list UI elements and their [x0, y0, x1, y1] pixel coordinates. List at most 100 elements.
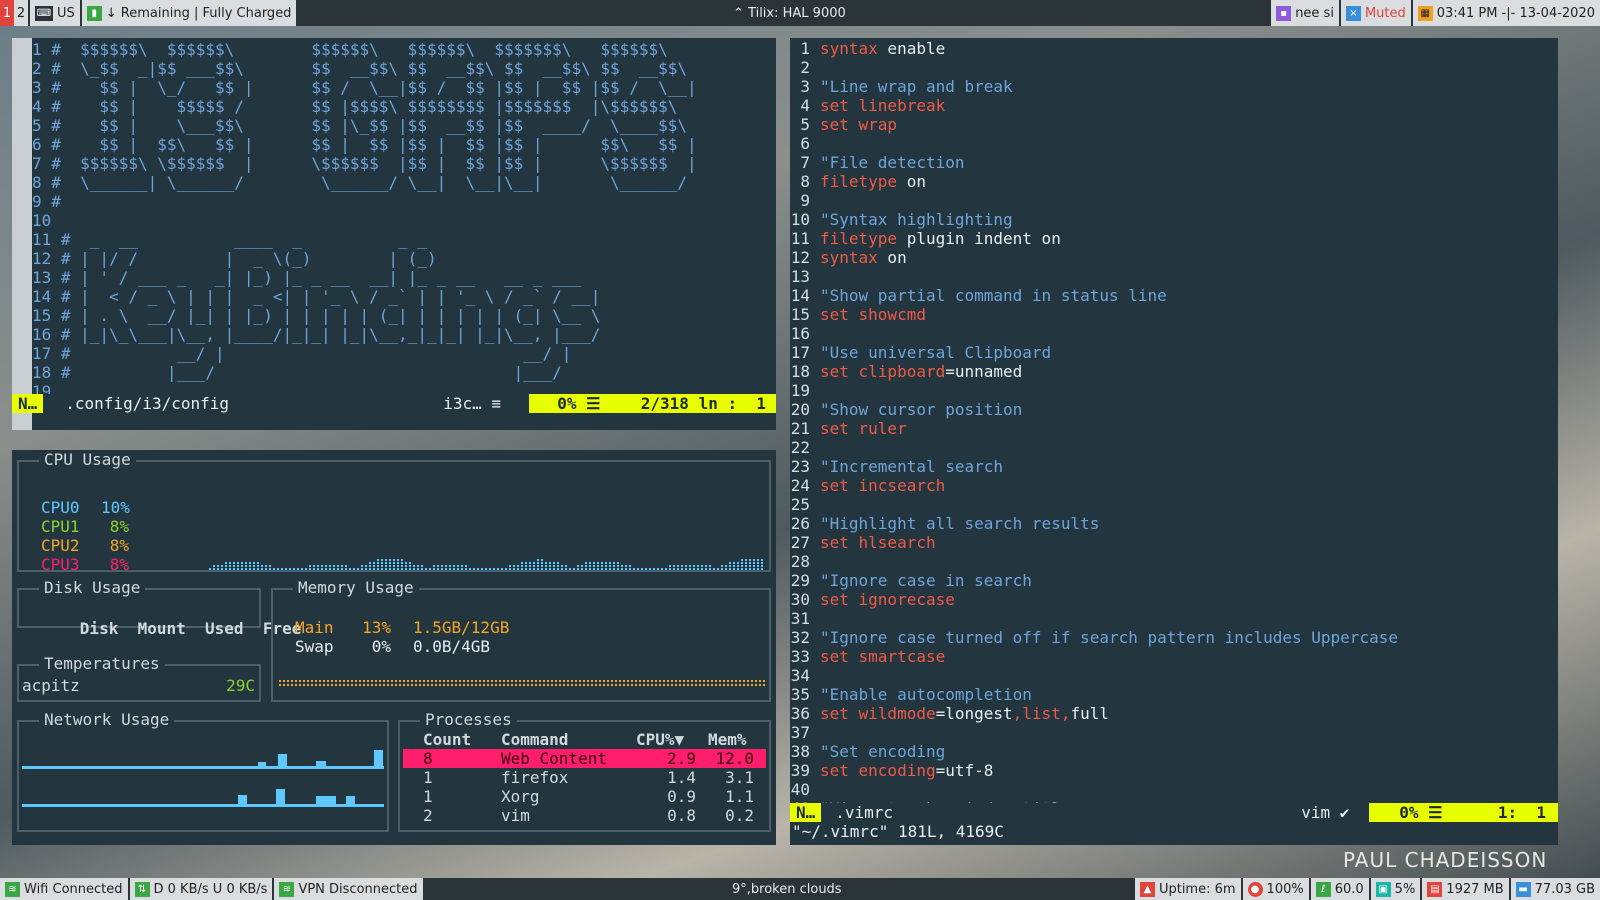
cpu-graph-dot [385, 565, 387, 567]
cpu-graph-dot [717, 568, 719, 570]
line-number: 38 [790, 742, 810, 761]
vpn-status[interactable]: ≋ VPN Disconnected [274, 878, 423, 900]
cpu-graph-dot [577, 565, 579, 567]
disk-header-mount: Mount [137, 619, 186, 638]
vim-pane-vimrc[interactable]: 1 syntax enable 2 3 "Line wrap and break 4 set… [790, 38, 1558, 845]
disk-header-disk: Disk [79, 619, 119, 638]
wifi-status[interactable]: ≋ Wifi Connected [0, 878, 128, 900]
vim-line: 16 # |_|\_\___|\__, |____/|_|_| |_|\__,_… [32, 325, 776, 344]
process-row[interactable]: 1 Xorg 0.9 1.1 [403, 787, 766, 806]
cpu-graph-dot [525, 562, 527, 564]
line-number: 31 [790, 609, 810, 628]
vim-filename: .vimrc [835, 803, 894, 822]
network-graph-spike [278, 754, 287, 766]
workspace-label: 2 [16, 5, 26, 21]
cpu-graph-dot [537, 568, 539, 570]
cpu-graph-dot [541, 568, 543, 570]
code-token: "Show cursor position [820, 400, 1023, 419]
volume-status[interactable]: × Muted [1340, 0, 1411, 26]
vim-line: 5 set wrap [790, 115, 1558, 134]
network-name-label: nee si [1295, 5, 1334, 21]
cpu-graph-dot [745, 568, 747, 570]
brightness-label: 100% [1266, 881, 1304, 897]
cpu-graph-dot [553, 565, 555, 567]
vpn-label: VPN Disconnected [298, 881, 418, 897]
process-row[interactable]: 1 firefox 1.4 3.1 [403, 768, 766, 787]
cpu-graph-dot [433, 568, 435, 570]
line-number: 21 [790, 419, 810, 438]
proc-header-mem[interactable]: Mem% [708, 730, 766, 749]
cpu-graph-dot [241, 562, 243, 564]
code-token: set encoding [820, 761, 936, 780]
cpu-graph-dot [605, 562, 607, 564]
vim-line-text: 15 # | . \ __/ |_| | |_) | | | | | (_| |… [32, 306, 601, 325]
network-name[interactable]: ▪ nee si [1271, 0, 1339, 26]
wifi-label: Wifi Connected [24, 881, 123, 897]
cpu-graph-dot [341, 565, 343, 567]
cpu-graph-dot [445, 568, 447, 570]
cpu-graph-dot [349, 568, 351, 570]
clock[interactable]: ▦ 03:41 PM -|- 13-04-2020 [1412, 0, 1600, 26]
vim-mode-indicator: N… [12, 394, 44, 413]
process-row[interactable]: 8 Web Content 2.9 12.0 [403, 749, 766, 768]
vim-percent: 0% ☰ [1369, 803, 1455, 822]
cpu-graph-dot [537, 565, 539, 567]
cpu-graph-dot [381, 568, 383, 570]
cpu-graph-dot [221, 568, 223, 570]
cpu-graph-dot [389, 568, 391, 570]
disk-usage-box: Disk Usage Disk Mount Used Free [17, 578, 301, 638]
vim-line: 1 syntax enable [790, 39, 1558, 58]
line-number: 27 [790, 533, 810, 552]
cpu-graph-dot [493, 568, 495, 570]
vim-buffer: 1 syntax enable 2 3 "Line wrap and break 4 set… [790, 38, 1558, 818]
cpu-graph-dot [557, 565, 559, 567]
cpu-graph-dot [601, 568, 603, 570]
proc-header-count[interactable]: Count [403, 730, 501, 749]
cpu-graph-dot [233, 568, 235, 570]
process-row[interactable]: 2 vim 0.8 0.2 [403, 806, 766, 825]
line-number: 26 [790, 514, 810, 533]
line-number: 11 [790, 229, 810, 248]
terminal-icon: ⌃ [733, 5, 744, 21]
vim-pane-i3config[interactable]: 1 # $$$$$$\ $$$$$$\ $$$$$$\ $$$$$$\ $$$$… [12, 38, 776, 430]
line-number: 39 [790, 761, 810, 780]
cpu-graph-dot [509, 568, 511, 570]
cpu-graph-dot [261, 565, 263, 567]
vim-line: 2 # \_$$ _|$$ ___$$\ $$ __$$\ $$ __$$\ $… [32, 59, 776, 78]
cpu-graph-dot [737, 568, 739, 570]
cpu-name: CPU2 [41, 536, 80, 555]
cpu-graph-dot [393, 559, 395, 561]
code-token: syntax [820, 248, 878, 267]
memory-icon: ▤ [1427, 881, 1443, 897]
battery-label: ↓ Remaining | Fully Charged [105, 5, 292, 21]
cpu-graph-dot [369, 568, 371, 570]
proc-cpu: 2.9 [667, 749, 696, 768]
cpu-graph-dot [425, 568, 427, 570]
cpu-graph-dot [213, 568, 215, 570]
vim-line: 23 "Incremental search [790, 457, 1558, 476]
vim-line-text: 18 # |___/ |___/ [32, 363, 562, 382]
proc-mem: 0.2 [725, 806, 754, 825]
cpu-graph-dot [217, 565, 219, 567]
cpu-graph-dot [729, 568, 731, 570]
cpu-graph-dot [401, 562, 403, 564]
code-token: =unnamed [945, 362, 1023, 381]
proc-header-command[interactable]: Command [501, 730, 636, 749]
workspace-1-button[interactable]: 1 [0, 0, 14, 26]
cpu-graph-dot [225, 568, 227, 570]
line-number: 36 [790, 704, 810, 723]
workspace-2-button[interactable]: 2 [14, 0, 28, 26]
cpu-graph-dot [489, 568, 491, 570]
proc-header-cpu[interactable]: CPU%▼ [636, 730, 708, 749]
cpu-graph-dot [565, 568, 567, 570]
cpu-graph-dot [213, 565, 215, 567]
vim-line-text: 3 # $$ | \_/ $$ | $$ / \__|$$ / $$ |$$ |… [32, 78, 697, 97]
cpu-graph-dot [369, 562, 371, 564]
cpu-graph-dot [249, 565, 251, 567]
vim-filetype: i3c… ≡ [443, 394, 502, 413]
folder-icon: ▬ [1515, 881, 1531, 897]
code-token: plugin indent on [897, 229, 1061, 248]
vim-line: 14 "Show partial command in status line [790, 286, 1558, 305]
memory-graph [279, 680, 765, 686]
bottom-status-bar: ≋ Wifi Connected ⇅ D 0 KB/s U 0 KB/s ≋ V… [0, 878, 1600, 900]
